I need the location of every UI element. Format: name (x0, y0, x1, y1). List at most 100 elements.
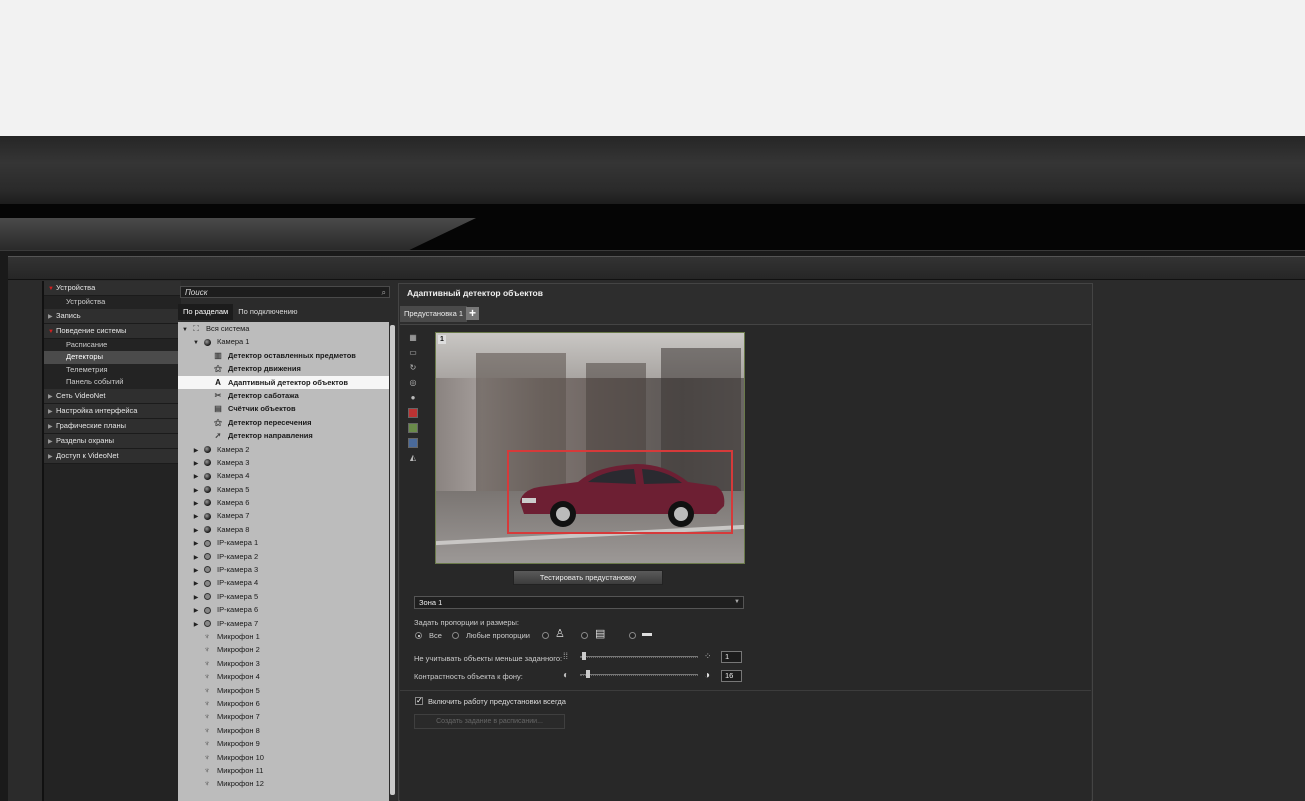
contrast-input[interactable]: 16 (721, 670, 742, 682)
sidebar-item[interactable]: Расписание (44, 339, 181, 352)
tree-row[interactable]: ✂ Детектор саботажа (178, 389, 389, 402)
sidebar-item[interactable]: Панель событий (44, 376, 181, 389)
microphone-icon: ♆ (204, 765, 210, 775)
radio-vehicle[interactable] (629, 632, 636, 639)
triangle-right-icon[interactable]: ▶ (48, 420, 56, 434)
detection-rectangle[interactable] (507, 450, 733, 534)
tree-row[interactable]: ♆ Микрофон 9 (178, 737, 389, 750)
tab-preset-1[interactable]: Предустановка 1 (400, 306, 468, 322)
tree-row[interactable]: ▥ Детектор оставленных предметов (178, 349, 389, 362)
tree-tab[interactable]: По подключению (233, 304, 302, 320)
sidebar-section[interactable]: ▶ Доступ к VideoNet (44, 448, 181, 464)
green-zone-icon[interactable] (408, 423, 418, 433)
tree-row[interactable]: ⚝ Детектор пересечения (178, 416, 389, 429)
tree-row[interactable]: ♆ Микрофон 3 (178, 657, 389, 670)
tree-row[interactable]: A Адаптивный детектор объектов (178, 375, 389, 389)
blue-zone-icon[interactable] (408, 438, 418, 448)
tree-row[interactable]: ▼ ⛶ Вся система (178, 322, 389, 335)
search-input[interactable]: Поиск ⌕ (180, 286, 390, 298)
microphone-icon: ♆ (204, 658, 210, 668)
tree-row[interactable]: ▶ IP-камера 3 (178, 563, 389, 576)
tree-row[interactable]: ♆ Микрофон 8 (178, 724, 389, 737)
sidebar-section[interactable]: ▶ Графические планы (44, 418, 181, 434)
tree-row[interactable]: ▶ IP-камера 7 (178, 617, 389, 630)
tree-row-label: Детектор пересечения (228, 417, 312, 427)
radio-all[interactable] (415, 632, 422, 639)
radio-person[interactable] (542, 632, 549, 639)
preset-content: ▦ ▭ ↻ ◎ ● ◭ 1 Тестировать предустановку … (400, 324, 1091, 801)
search-icon[interactable]: ⌕ (382, 287, 386, 299)
triangle-right-icon[interactable]: ▶ (48, 450, 56, 464)
contrast-slider-line (580, 674, 698, 675)
tree-row[interactable]: ▶ IP-камера 6 (178, 603, 389, 616)
tree-row[interactable]: ▤ Счётчик объектов (178, 402, 389, 415)
tree-row[interactable]: ▶ Камера 6 (178, 496, 389, 509)
tree-row[interactable]: ▶ Камера 7 (178, 509, 389, 522)
tree-row[interactable]: ♆ Микрофон 4 (178, 670, 389, 683)
sidebar-item[interactable]: Детекторы (44, 351, 181, 364)
chart-icon[interactable]: ◭ (408, 453, 418, 463)
tree-row[interactable]: ♆ Микрофон 10 (178, 751, 389, 764)
tree-tab[interactable]: По разделам (178, 304, 234, 320)
sidebar-section[interactable]: ▼ Поведение системы (44, 323, 181, 339)
triangle-right-icon[interactable]: ▶ (48, 390, 56, 404)
application-window: ▼ Устройства Устройства ▶ Запись ▼ Поведение с… (8, 256, 1305, 801)
tree-row[interactable]: ♆ Микрофон 12 (178, 777, 389, 790)
sidebar-item[interactable]: Телеметрия (44, 364, 181, 377)
triangle-down-icon[interactable]: ▼ (48, 325, 56, 339)
radio-group[interactable] (581, 632, 588, 639)
sidebar-section[interactable]: ▶ Сеть VideoNet (44, 388, 181, 404)
radio-any-proportions[interactable] (452, 632, 459, 639)
create-schedule-button[interactable]: Создать задание в расписании... (414, 714, 565, 729)
tree-row[interactable]: ▶ IP-камера 4 (178, 576, 389, 589)
tree-row[interactable]: ▶ Камера 8 (178, 523, 389, 536)
tree-row[interactable]: ♆ Микрофон 1 (178, 630, 389, 643)
tree-row[interactable]: ▶ Камера 4 (178, 469, 389, 482)
tree-scrollbar[interactable] (389, 322, 396, 801)
tree-row[interactable]: ♆ Микрофон 7 (178, 710, 389, 723)
car-icon: ▬ (642, 628, 652, 639)
tree-row[interactable]: ▶ Камера 5 (178, 483, 389, 496)
zone-select[interactable]: Зона 1 ▼ (414, 596, 744, 609)
sidebar-section[interactable]: ▶ Настройка интерфейса (44, 403, 181, 419)
sidebar-section[interactable]: ▶ Разделы охраны (44, 433, 181, 449)
tree-row[interactable]: ♆ Микрофон 5 (178, 684, 389, 697)
tree-row-label: Камера 1 (217, 337, 250, 347)
rotate-icon[interactable]: ↻ (408, 363, 418, 373)
tree-row[interactable]: ♆ Микрофон 6 (178, 697, 389, 710)
sidebar-section[interactable]: ▶ Запись (44, 308, 181, 324)
camera-preview[interactable]: 1 (435, 332, 745, 564)
add-preset-button[interactable]: + (466, 307, 479, 320)
scrollbar-thumb[interactable] (390, 325, 395, 795)
section-divider (400, 690, 1091, 691)
test-preset-button[interactable]: Тестировать предустановку (513, 570, 663, 585)
tree-row[interactable]: ▶ Камера 2 (178, 443, 389, 456)
sphere-icon[interactable]: ● (408, 393, 418, 403)
tree-row[interactable]: ♆ Микрофон 2 (178, 643, 389, 656)
tree-row-label: Микрофон 7 (217, 712, 260, 722)
grid-icon[interactable]: ▦ (408, 333, 418, 343)
triangle-down-icon[interactable]: ▼ (48, 282, 56, 296)
triangle-right-icon[interactable]: ▶ (48, 435, 56, 449)
red-zone-icon[interactable] (408, 408, 418, 418)
sidebar-section-label: Настройка интерфейса (56, 405, 138, 415)
ignore-slider-thumb[interactable] (582, 652, 586, 660)
tree-row[interactable]: ➚ Детектор направления (178, 429, 389, 442)
always-enabled-checkbox[interactable]: ✓ (415, 697, 423, 705)
tree-row[interactable]: ▶ Камера 3 (178, 456, 389, 469)
triangle-right-icon[interactable]: ▶ (48, 405, 56, 419)
ignore-size-input[interactable]: 1 (721, 651, 742, 663)
contrast-slider-thumb[interactable] (586, 670, 590, 678)
circle-icon[interactable]: ◎ (408, 378, 418, 388)
triangle-right-icon[interactable]: ▶ (48, 310, 56, 324)
tree-row[interactable]: ▶ IP-камера 1 (178, 536, 389, 549)
rectangle-icon[interactable]: ▭ (408, 348, 418, 358)
tree-row[interactable]: ▼ Камера 1 (178, 335, 389, 348)
tree-row[interactable]: ▶ IP-камера 2 (178, 550, 389, 563)
tree-row[interactable]: ⚝ Детектор движения (178, 362, 389, 375)
sidebar-item[interactable]: Устройства (44, 296, 181, 309)
sidebar-section[interactable]: ▼ Устройства (44, 281, 181, 296)
ip-camera-icon (201, 576, 213, 589)
tree-row[interactable]: ♆ Микрофон 11 (178, 764, 389, 777)
tree-row[interactable]: ▶ IP-камера 5 (178, 590, 389, 603)
